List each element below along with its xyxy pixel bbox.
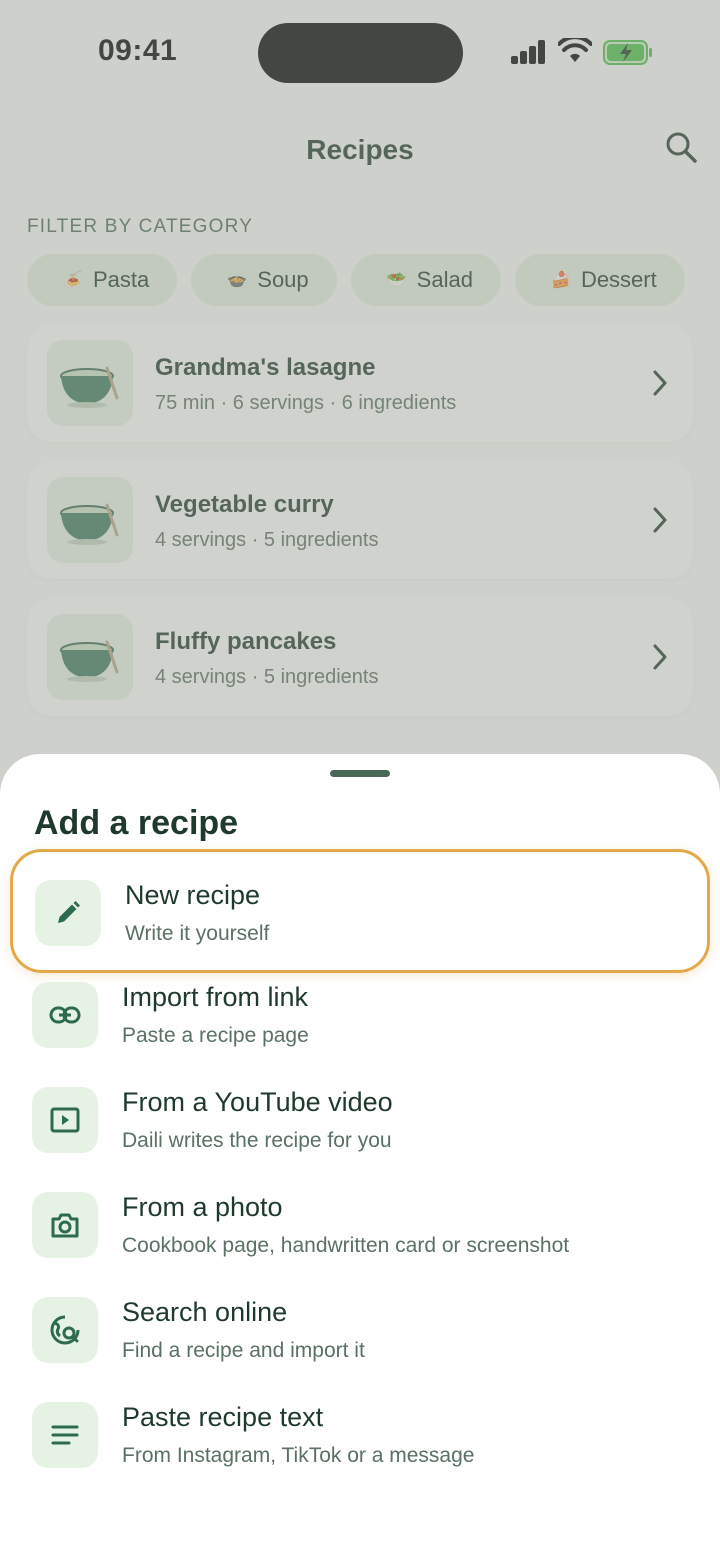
option-subtitle: Daili writes the recipe for you	[122, 1129, 392, 1152]
option-subtitle: Write it yourself	[125, 922, 270, 945]
option-title: From a photo	[122, 1192, 283, 1222]
video-play-icon	[32, 1087, 98, 1153]
option-subtitle: Cookbook page, handwritten card or scree…	[122, 1234, 570, 1257]
option-title: New recipe	[125, 880, 261, 910]
option-subtitle: From Instagram, TikTok or a message	[122, 1444, 475, 1467]
option-title: Import from link	[122, 982, 309, 1012]
text-lines-icon	[32, 1402, 98, 1468]
sheet-drag-handle[interactable]	[330, 770, 390, 777]
option-title: Search online	[122, 1297, 288, 1327]
globe-search-icon	[32, 1297, 98, 1363]
link-icon	[32, 982, 98, 1048]
camera-icon	[32, 1192, 98, 1258]
option-title: From a YouTube video	[122, 1087, 393, 1117]
option-title: Paste recipe text	[122, 1402, 324, 1432]
add-recipe-sheet: Add a recipe New recipe Write it yoursel…	[0, 754, 720, 1564]
pencil-icon	[35, 880, 101, 946]
option-paste-text[interactable]: Paste recipe text From Instagram, TikTok…	[10, 1374, 710, 1498]
option-subtitle: Find a recipe and import it	[122, 1339, 365, 1362]
sheet-title: Add a recipe	[34, 804, 239, 842]
option-subtitle: Paste a recipe page	[122, 1024, 309, 1047]
